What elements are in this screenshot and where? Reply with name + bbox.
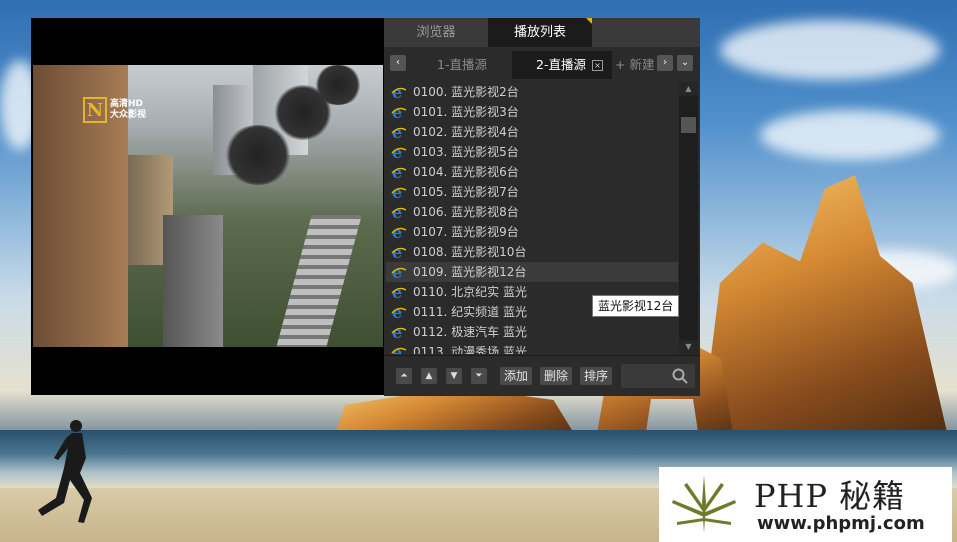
list-item-label: 0112. 极速汽车 蓝光 <box>413 325 527 339</box>
ie-icon: e <box>391 324 407 340</box>
runner-silhouette <box>38 420 92 523</box>
list-item-label: 0102. 蓝光影视4台 <box>413 125 519 139</box>
close-icon[interactable]: × <box>591 60 603 71</box>
ie-icon: e <box>391 224 407 240</box>
list-item-label: 0101. 蓝光影视3台 <box>413 105 519 119</box>
channel-logo-line1: 高清HD <box>110 99 144 109</box>
move-bottom-icon[interactable]: ⏷ <box>471 368 487 384</box>
list-item[interactable]: e 0106. 蓝光影视8台 <box>386 202 678 222</box>
delete-button[interactable]: 删除 <box>540 367 573 385</box>
list-item[interactable]: e 0102. 蓝光影视4台 <box>386 122 678 142</box>
chevron-left-icon[interactable]: ‹ <box>390 55 406 71</box>
list-item[interactable]: e 0101. 蓝光影视3台 <box>386 102 678 122</box>
watermark-logo: PHP 秘籍 www.phpmj.com <box>659 467 952 542</box>
tab-browser[interactable]: 浏览器 <box>384 18 488 47</box>
list-item-label: 0105. 蓝光影视7台 <box>413 185 519 199</box>
playlist-toolbar: ⏶ ▲ ▼ ⏷ 添加 删除 排序 <box>384 355 700 396</box>
list-item[interactable]: e 0105. 蓝光影视7台 <box>386 182 678 202</box>
list-item[interactable]: e 0113. 动漫秀场 蓝光 <box>386 342 678 354</box>
add-button[interactable]: 添加 <box>500 367 533 385</box>
playlist-scrollbar[interactable]: ▲ ▼ <box>679 82 698 354</box>
channel-logo-mark: N <box>83 97 107 123</box>
sub-tab-source-2[interactable]: 2-直播源 × <box>512 51 612 79</box>
list-item-label: 0108. 蓝光影视10台 <box>413 245 527 259</box>
scroll-down-icon[interactable]: ▼ <box>679 340 698 354</box>
sort-button[interactable]: 排序 <box>580 367 613 385</box>
list-item-label: 0106. 蓝光影视8台 <box>413 205 519 219</box>
channel-logo: N 高清HD 大众影视 <box>83 95 146 125</box>
video-area[interactable]: N 高清HD 大众影视 <box>33 65 383 347</box>
list-item-label: 0104. 蓝光影视6台 <box>413 165 519 179</box>
ie-icon: e <box>391 184 407 200</box>
move-up-icon[interactable]: ▲ <box>421 368 437 384</box>
list-item-label: 0107. 蓝光影视9台 <box>413 225 519 239</box>
search-icon[interactable] <box>671 367 689 385</box>
sub-tab-source-2-label: 2-直播源 <box>536 57 586 72</box>
channel-logo-line2: 大众影视 <box>110 110 147 120</box>
list-item-label: 0111. 纪实频道 蓝光 <box>413 305 527 319</box>
ie-icon: e <box>391 144 407 160</box>
sub-tab-new[interactable]: + 新建 <box>615 51 655 79</box>
ie-icon: e <box>391 84 407 100</box>
watermark-title: PHP 秘籍 <box>754 477 906 515</box>
top-tab-bar: 浏览器 播放列表 <box>384 18 700 47</box>
scroll-thumb[interactable] <box>681 117 696 133</box>
item-tooltip: 蓝光影视12台 <box>592 295 680 317</box>
move-top-icon[interactable]: ⏶ <box>396 368 412 384</box>
list-item[interactable]: e 0103. 蓝光影视5台 <box>386 142 678 162</box>
ie-icon: e <box>391 284 407 300</box>
ie-icon: e <box>391 124 407 140</box>
ie-icon: e <box>391 104 407 120</box>
list-item-label: 0109. 蓝光影视12台 <box>413 265 527 279</box>
playlist-sub-tab-bar: ‹ 1-直播源 2-直播源 × + 新建 › ⌄ <box>384 49 700 79</box>
playlist-panel: 浏览器 播放列表 ‹ 1-直播源 2-直播源 × + 新建 › ⌄ e 0100. … <box>384 18 700 396</box>
list-item-label: 0100. 蓝光影视2台 <box>413 85 519 99</box>
playlist-search <box>621 364 695 388</box>
ie-icon: e <box>391 304 407 320</box>
list-item[interactable]: e 0108. 蓝光影视10台 <box>386 242 678 262</box>
list-item[interactable]: e 0107. 蓝光影视9台 <box>386 222 678 242</box>
ie-icon: e <box>391 164 407 180</box>
ie-icon: e <box>391 204 407 220</box>
list-item-label: 0110. 北京纪实 蓝光 <box>413 285 527 299</box>
ie-icon: e <box>391 244 407 260</box>
list-item-label: 0113. 动漫秀场 蓝光 <box>413 345 527 354</box>
chevron-right-icon[interactable]: › <box>657 55 673 71</box>
tab-playlist[interactable]: 播放列表 <box>488 18 592 47</box>
move-down-icon[interactable]: ▼ <box>446 368 462 384</box>
list-item[interactable]: e 0112. 极速汽车 蓝光 <box>386 322 678 342</box>
ie-icon: e <box>391 264 407 280</box>
list-item[interactable]: e 0100. 蓝光影视2台 <box>386 82 678 102</box>
scroll-up-icon[interactable]: ▲ <box>679 82 698 96</box>
chevron-down-icon[interactable]: ⌄ <box>677 55 693 71</box>
list-item[interactable]: e 0109. 蓝光影视12台 <box>386 262 678 282</box>
list-item-label: 0103. 蓝光影视5台 <box>413 145 519 159</box>
list-item[interactable]: e 0104. 蓝光影视6台 <box>386 162 678 182</box>
watermark-url: www.phpmj.com <box>757 513 925 534</box>
sub-tab-source-1[interactable]: 1-直播源 <box>412 51 512 79</box>
search-input[interactable] <box>623 366 673 386</box>
media-player-window: N 高清HD 大众影视 浏览器 播放列表 ‹ 1-直播源 2-直播源 × + 新建… <box>31 18 700 396</box>
leaf-logo-icon <box>672 475 736 533</box>
ie-icon: e <box>391 344 407 354</box>
tab-corner-marker <box>586 18 592 24</box>
